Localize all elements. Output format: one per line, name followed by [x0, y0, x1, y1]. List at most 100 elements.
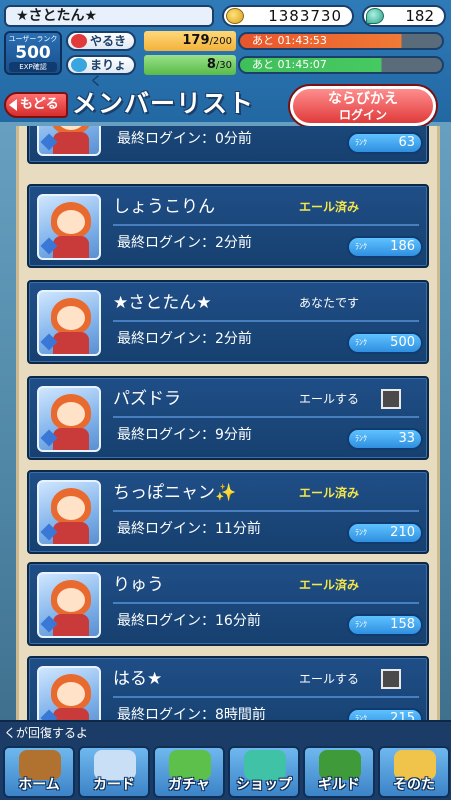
stamina-label: やるき: [90, 34, 127, 48]
rank-number: 186: [390, 239, 415, 254]
member-card-self[interactable]: ★さとたん★ あなたです 最終ログイン：2分前 ﾗﾝｸ 500: [27, 280, 429, 364]
member-name: パズドラ: [113, 389, 181, 409]
nav-label: そのた: [393, 777, 435, 793]
member-card[interactable]: 最終ログイン：0分前 ﾗﾝｸ 63: [27, 126, 429, 164]
gem-counter: 182: [362, 5, 446, 27]
rank-badge: ﾗﾝｸ 158: [347, 614, 423, 636]
rank-tag: ﾗﾝｸ: [355, 338, 367, 347]
member-avatar[interactable]: [37, 290, 101, 356]
sort-button[interactable]: ならびかえ ログイン: [290, 86, 436, 126]
last-login: 最終ログイン：9分前: [117, 427, 252, 443]
last-login: 最終ログイン：2分前: [117, 331, 252, 347]
member-card[interactable]: しょうこりん エール済み 最終ログイン：2分前 ﾗﾝｸ 186: [27, 184, 429, 268]
cheer-status: エール済み: [299, 486, 360, 500]
nav-guild-button[interactable]: ギルド: [303, 746, 375, 798]
magic-max: /30: [215, 60, 232, 71]
nav-label: ショップ: [236, 777, 292, 793]
magic-icon: [71, 58, 87, 72]
member-name: りゅう: [113, 575, 164, 595]
nav-other-button[interactable]: そのた: [378, 746, 450, 798]
bottom-nav: ホーム カード ガチャ ショップ ギルド そのた: [0, 742, 451, 800]
rank-tag: ﾗﾝｸ: [355, 434, 367, 443]
rank-tag: ﾗﾝｸ: [355, 714, 367, 720]
stamina-max: /200: [209, 36, 232, 47]
divider: [113, 602, 419, 604]
magic-value: 8/30: [144, 55, 236, 75]
last-login: 最終ログイン：8時間前: [117, 707, 266, 720]
rank-number: 158: [390, 617, 415, 632]
divider: [113, 510, 419, 512]
last-login: 最終ログイン：0分前: [117, 131, 252, 147]
rank-badge: ﾗﾝｸ 500: [347, 332, 423, 354]
member-list[interactable]: 最終ログイン：0分前 ﾗﾝｸ 63 しょうこりん エール済み 最終ログイン：2分前…: [16, 126, 440, 720]
magic-timer: あと 01:45:07: [238, 56, 444, 74]
divider: [113, 320, 419, 322]
cheer-label: エールする: [299, 392, 360, 406]
rank-tag: ﾗﾝｸ: [355, 138, 367, 147]
exp-check-label: EXP確認: [9, 62, 57, 72]
member-name: ちっぽニャン✨: [113, 483, 237, 503]
stamina-row[interactable]: やるき 179/200 あと 01:43:53: [66, 31, 446, 51]
member-card[interactable]: はる★ エールする 最終ログイン：8時間前 ﾗﾝｸ 215: [27, 656, 429, 720]
member-avatar[interactable]: [37, 386, 101, 452]
member-avatar[interactable]: [37, 126, 101, 156]
cheer-status: エール済み: [299, 578, 360, 592]
nav-label: ホーム: [18, 777, 60, 793]
rank-value: 500: [15, 43, 51, 63]
nav-home-button[interactable]: ホーム: [3, 746, 75, 798]
member-avatar[interactable]: [37, 194, 101, 260]
member-avatar[interactable]: [37, 666, 101, 720]
member-avatar[interactable]: [37, 480, 101, 546]
nav-shop-button[interactable]: ショップ: [228, 746, 300, 798]
divider: [113, 696, 419, 698]
magic-row[interactable]: まりょく 8/30 あと 01:45:07: [66, 55, 446, 88]
cheer-checkbox[interactable]: [381, 389, 401, 409]
top-status-bar: ★さとたん★ 1383730 182 ユーザーランク 500 EXP確認 やるき…: [0, 0, 451, 126]
rank-tag: ﾗﾝｸ: [355, 620, 367, 629]
cheer-status: エール済み: [299, 200, 360, 214]
member-card[interactable]: パズドラ エールする 最終ログイン：9分前 ﾗﾝｸ 33: [27, 376, 429, 460]
gem-value: 182: [405, 7, 434, 25]
info-ticker: くが回復するよ: [0, 720, 451, 742]
stamina-icon: [71, 34, 87, 48]
stamina-pill: やるき: [66, 31, 136, 51]
gem-icon: [366, 8, 384, 24]
rank-badge: ﾗﾝｸ 63: [347, 132, 423, 154]
page-title: メンバーリスト: [72, 89, 255, 118]
member-avatar[interactable]: [37, 572, 101, 638]
nav-label: ガチャ: [168, 777, 210, 793]
rank-number: 210: [390, 525, 415, 540]
self-status: あなたです: [299, 296, 360, 310]
cheer-checkbox[interactable]: [381, 669, 401, 689]
rank-number: 63: [398, 135, 415, 150]
coin-value: 1383730: [268, 7, 342, 25]
divider: [113, 416, 419, 418]
magic-current: 8: [206, 57, 216, 72]
cheer-label: エールする: [299, 672, 360, 686]
last-login: 最終ログイン：11分前: [117, 521, 261, 537]
member-card[interactable]: ちっぽニャン✨ エール済み 最終ログイン：11分前 ﾗﾝｸ 210: [27, 470, 429, 554]
rank-tag: ﾗﾝｸ: [355, 242, 367, 251]
player-name: ★さとたん★: [4, 5, 214, 27]
rank-tag: ﾗﾝｸ: [355, 528, 367, 537]
stamina-current: 179: [182, 33, 210, 48]
member-name: しょうこりん: [113, 197, 215, 217]
member-name: はる★: [113, 669, 163, 689]
sort-mode: ログイン: [338, 108, 387, 122]
nav-gacha-button[interactable]: ガチャ: [153, 746, 225, 798]
coin-counter: 1383730: [222, 5, 354, 27]
stamina-timer: あと 01:43:53: [238, 32, 444, 50]
rank-number: 500: [390, 335, 415, 350]
rank-badge: ﾗﾝｸ 215: [347, 708, 423, 720]
divider: [113, 224, 419, 226]
rank-number: 215: [390, 711, 415, 720]
member-card[interactable]: りゅう エール済み 最終ログイン：16分前 ﾗﾝｸ 158: [27, 562, 429, 646]
rank-number: 33: [398, 431, 415, 446]
rank-badge: ﾗﾝｸ 210: [347, 522, 423, 544]
user-rank-button[interactable]: ユーザーランク 500 EXP確認: [4, 31, 62, 75]
sort-label: ならびかえ: [328, 91, 398, 107]
back-button[interactable]: もどる: [4, 92, 68, 118]
last-login: 最終ログイン：2分前: [117, 235, 252, 251]
nav-card-button[interactable]: カード: [78, 746, 150, 798]
rank-badge: ﾗﾝｸ 186: [347, 236, 423, 258]
